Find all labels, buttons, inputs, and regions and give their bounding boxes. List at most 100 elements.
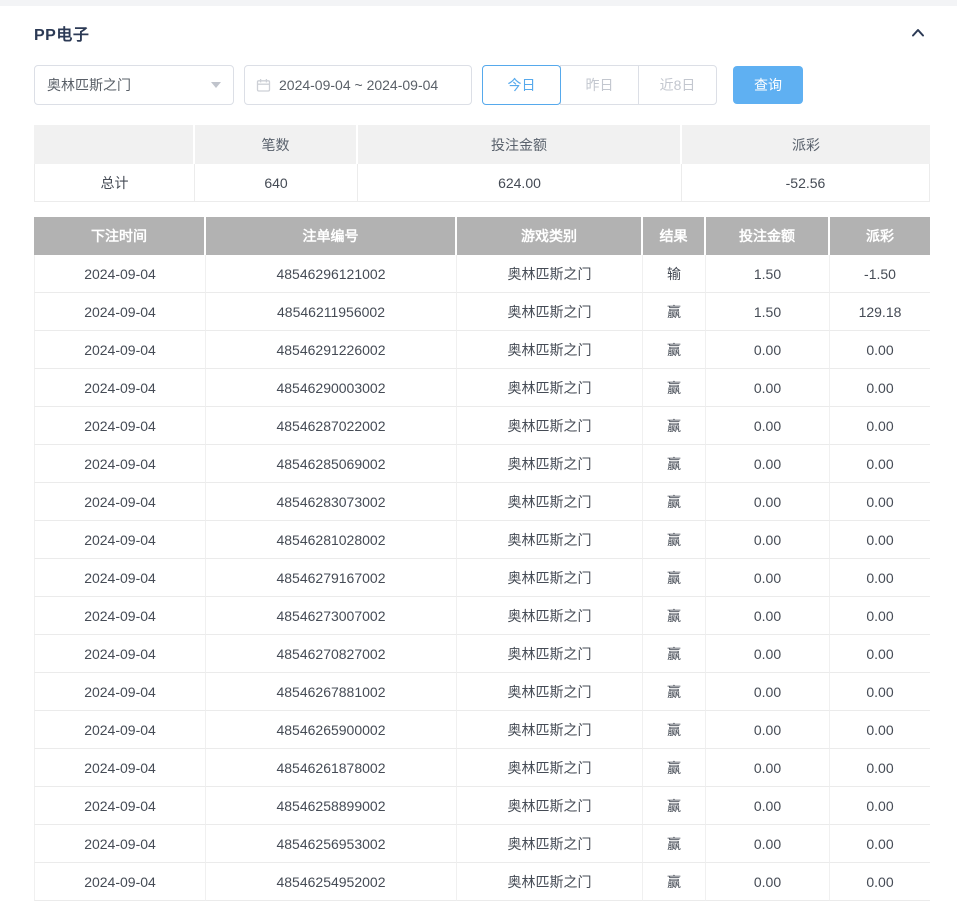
filter-bar: 奥林匹斯之门 2024-09-04 ~ 2024-09-04 今日昨日近8日 查…	[34, 65, 930, 105]
cell-result: 赢	[643, 749, 706, 787]
cell-bet-amount: 0.00	[706, 369, 830, 407]
date-range-input[interactable]: 2024-09-04 ~ 2024-09-04	[244, 65, 472, 105]
cell-order-number: 48546283073002	[206, 483, 457, 521]
cell-result: 赢	[643, 521, 706, 559]
table-row: 2024-09-0448546291226002奥林匹斯之门赢0.000.00	[34, 331, 930, 369]
cell-game-type: 奥林匹斯之门	[457, 825, 643, 863]
cell-bet-time: 2024-09-04	[34, 255, 206, 293]
panel-header: PP电子	[34, 21, 930, 45]
cell-bet-amount: 0.00	[706, 521, 830, 559]
table-row: 2024-09-0448546265900002奥林匹斯之门赢0.000.00	[34, 711, 930, 749]
table-row: 2024-09-0448546267881002奥林匹斯之门赢0.000.00	[34, 673, 930, 711]
table-row: 2024-09-0448546258899002奥林匹斯之门赢0.000.00	[34, 787, 930, 825]
cell-game-type: 奥林匹斯之门	[457, 445, 643, 483]
summary-table: 笔数 投注金额 派彩 总计 640 624.00 -52.56	[34, 125, 930, 202]
cell-bet-time: 2024-09-04	[34, 749, 206, 787]
cell-bet-time: 2024-09-04	[34, 863, 206, 901]
cell-game-type: 奥林匹斯之门	[457, 483, 643, 521]
cell-game-type: 奥林匹斯之门	[457, 331, 643, 369]
cell-result: 赢	[643, 483, 706, 521]
summary-total-bet-amount: 624.00	[358, 164, 682, 202]
calendar-icon	[256, 78, 271, 93]
cell-payout: -1.50	[830, 255, 930, 293]
cell-bet-amount: 0.00	[706, 863, 830, 901]
table-row: 2024-09-0448546285069002奥林匹斯之门赢0.000.00	[34, 445, 930, 483]
cell-order-number: 48546254952002	[206, 863, 457, 901]
cell-payout: 0.00	[830, 825, 930, 863]
summary-header-row: 笔数 投注金额 派彩	[34, 125, 930, 164]
cell-bet-time: 2024-09-04	[34, 635, 206, 673]
cell-result: 赢	[643, 597, 706, 635]
records-header-bet-amount: 投注金额	[706, 217, 830, 255]
cell-order-number: 48546287022002	[206, 407, 457, 445]
chevron-down-icon	[211, 82, 221, 88]
collapse-panel-button[interactable]	[906, 21, 930, 45]
query-button[interactable]: 查询	[733, 66, 803, 104]
table-row: 2024-09-0448546256953002奥林匹斯之门赢0.000.00	[34, 825, 930, 863]
table-row: 2024-09-0448546254952002奥林匹斯之门赢0.000.00	[34, 863, 930, 901]
cell-bet-time: 2024-09-04	[34, 407, 206, 445]
cell-game-type: 奥林匹斯之门	[457, 521, 643, 559]
cell-result: 赢	[643, 293, 706, 331]
cell-bet-amount: 0.00	[706, 445, 830, 483]
cell-order-number: 48546265900002	[206, 711, 457, 749]
cell-game-type: 奥林匹斯之门	[457, 673, 643, 711]
cell-payout: 0.00	[830, 863, 930, 901]
cell-game-type: 奥林匹斯之门	[457, 863, 643, 901]
cell-order-number: 48546273007002	[206, 597, 457, 635]
cell-bet-amount: 0.00	[706, 711, 830, 749]
table-row: 2024-09-0448546279167002奥林匹斯之门赢0.000.00	[34, 559, 930, 597]
cell-payout: 0.00	[830, 787, 930, 825]
cell-order-number: 48546291226002	[206, 331, 457, 369]
cell-game-type: 奥林匹斯之门	[457, 369, 643, 407]
cell-payout: 0.00	[830, 483, 930, 521]
cell-game-type: 奥林匹斯之门	[457, 749, 643, 787]
summary-header-bet-amount: 投注金额	[358, 125, 682, 164]
range-button-last-8-days[interactable]: 近8日	[638, 65, 717, 105]
records-header-bet-time: 下注时间	[34, 217, 206, 255]
cell-result: 赢	[643, 445, 706, 483]
cell-bet-amount: 0.00	[706, 825, 830, 863]
table-row: 2024-09-0448546296121002奥林匹斯之门输1.50-1.50	[34, 255, 930, 293]
cell-result: 赢	[643, 863, 706, 901]
cell-result: 赢	[643, 711, 706, 749]
game-select-value: 奥林匹斯之门	[47, 75, 131, 95]
summary-header-count: 笔数	[195, 125, 358, 164]
cell-result: 赢	[643, 825, 706, 863]
cell-payout: 0.00	[830, 597, 930, 635]
cell-order-number: 48546211956002	[206, 293, 457, 331]
summary-header-payout: 派彩	[682, 125, 930, 164]
records-header-order-number: 注单编号	[206, 217, 457, 255]
game-select[interactable]: 奥林匹斯之门	[34, 65, 234, 105]
cell-payout: 0.00	[830, 331, 930, 369]
table-row: 2024-09-0448546270827002奥林匹斯之门赢0.000.00	[34, 635, 930, 673]
cell-result: 赢	[643, 407, 706, 445]
cell-order-number: 48546281028002	[206, 521, 457, 559]
records-header-payout: 派彩	[830, 217, 930, 255]
cell-payout: 0.00	[830, 445, 930, 483]
page-title: PP电子	[34, 21, 89, 45]
records-table-body: 2024-09-0448546296121002奥林匹斯之门输1.50-1.50…	[34, 255, 930, 901]
cell-result: 赢	[643, 635, 706, 673]
quick-range-button-group: 今日昨日近8日	[482, 65, 717, 105]
cell-game-type: 奥林匹斯之门	[457, 711, 643, 749]
summary-total-label: 总计	[34, 164, 195, 202]
cell-order-number: 48546296121002	[206, 255, 457, 293]
range-button-yesterday[interactable]: 昨日	[560, 65, 639, 105]
cell-bet-amount: 0.00	[706, 635, 830, 673]
range-button-today[interactable]: 今日	[482, 65, 561, 105]
bet-records-table: 下注时间 注单编号 游戏类别 结果 投注金额 派彩 2024-09-044854…	[34, 217, 930, 901]
cell-order-number: 48546285069002	[206, 445, 457, 483]
cell-payout: 0.00	[830, 407, 930, 445]
cell-result: 赢	[643, 673, 706, 711]
table-row: 2024-09-0448546281028002奥林匹斯之门赢0.000.00	[34, 521, 930, 559]
cell-game-type: 奥林匹斯之门	[457, 293, 643, 331]
cell-bet-amount: 0.00	[706, 559, 830, 597]
cell-bet-time: 2024-09-04	[34, 293, 206, 331]
cell-order-number: 48546270827002	[206, 635, 457, 673]
cell-bet-amount: 1.50	[706, 293, 830, 331]
cell-bet-time: 2024-09-04	[34, 673, 206, 711]
cell-payout: 0.00	[830, 673, 930, 711]
cell-game-type: 奥林匹斯之门	[457, 597, 643, 635]
summary-total-count: 640	[195, 164, 358, 202]
